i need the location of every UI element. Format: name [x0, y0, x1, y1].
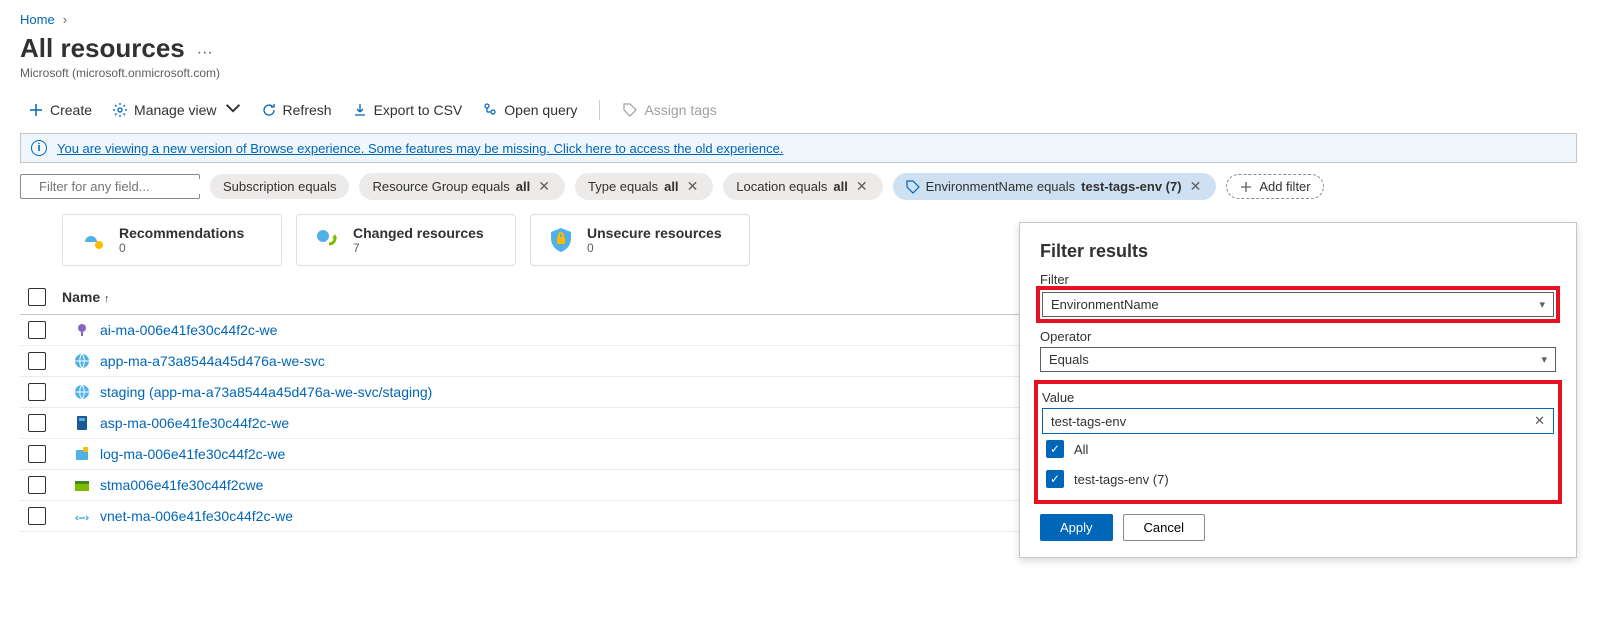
option-label: All	[1074, 442, 1088, 457]
checkbox-checked-icon[interactable]: ✓	[1046, 440, 1064, 458]
chevron-down-icon	[225, 100, 241, 119]
banner-link[interactable]: You are viewing a new version of Browse …	[57, 141, 783, 156]
card-count: 0	[587, 241, 722, 255]
clear-icon[interactable]: ✕	[1534, 413, 1545, 429]
resource-link[interactable]: stma006e41fe30c44f2cwe	[100, 477, 263, 493]
open-query-button[interactable]: Open query	[474, 98, 585, 122]
pill-subscription[interactable]: Subscription equals	[210, 174, 349, 199]
filter-text-input[interactable]	[20, 174, 200, 199]
breadcrumb: Home ›	[0, 0, 1597, 27]
tag-icon	[622, 102, 638, 118]
card-count: 7	[353, 241, 484, 255]
resource-link[interactable]: ai-ma-006e41fe30c44f2c-we	[100, 322, 277, 338]
assign-tags-button: Assign tags	[614, 98, 724, 122]
row-checkbox[interactable]	[28, 321, 46, 339]
close-icon[interactable]: ✕	[1188, 178, 1204, 195]
resource-type-icon	[74, 353, 90, 369]
filter-field-label: Filter	[1040, 272, 1556, 287]
callout-title: Filter results	[1040, 241, 1556, 262]
info-banner: i You are viewing a new version of Brows…	[20, 133, 1577, 163]
shield-lock-icon	[547, 226, 575, 254]
tag-icon	[906, 180, 920, 194]
toolbar-separator	[599, 100, 600, 120]
operator-field-label: Operator	[1040, 329, 1556, 344]
card-title: Unsecure resources	[587, 225, 722, 241]
option-label: test-tags-env (7)	[1074, 472, 1169, 487]
row-checkbox[interactable]	[28, 445, 46, 463]
select-all-checkbox[interactable]	[28, 288, 46, 306]
resource-link[interactable]: asp-ma-006e41fe30c44f2c-we	[100, 415, 289, 431]
query-icon	[482, 102, 498, 118]
resource-link[interactable]: app-ma-a73a8544a45d476a-we-svc	[100, 353, 325, 369]
bulb-cloud-icon	[79, 226, 107, 254]
breadcrumb-home[interactable]: Home	[20, 12, 55, 27]
toolbar: Create Manage view Refresh Export to CSV…	[0, 92, 1597, 133]
chevron-down-icon: ▾	[1541, 353, 1547, 366]
resource-link[interactable]: staging (app-ma-a73a8544a45d476a-we-svc/…	[100, 384, 432, 400]
row-checkbox[interactable]	[28, 383, 46, 401]
card-unsecure[interactable]: Unsecure resources0	[530, 214, 750, 266]
card-recommendations[interactable]: Recommendations0	[62, 214, 282, 266]
row-checkbox[interactable]	[28, 414, 46, 432]
tenant-label: Microsoft (microsoft.onmicrosoft.com)	[0, 64, 1597, 92]
resource-type-icon	[74, 322, 90, 338]
gear-icon	[112, 102, 128, 118]
card-title: Recommendations	[119, 225, 244, 241]
cancel-button[interactable]: Cancel	[1123, 514, 1205, 541]
card-changed[interactable]: Changed resources7	[296, 214, 516, 266]
resource-type-icon	[74, 508, 90, 524]
add-filter-button[interactable]: Add filter	[1226, 174, 1323, 199]
value-input[interactable]: test-tags-env✕	[1042, 408, 1554, 434]
operator-select[interactable]: Equals▾	[1040, 347, 1556, 372]
filter-select[interactable]: EnvironmentName▾	[1042, 292, 1554, 317]
row-checkbox[interactable]	[28, 507, 46, 525]
refresh-icon	[261, 102, 277, 118]
value-field-label: Value	[1042, 390, 1554, 405]
pill-location[interactable]: Location equals all✕	[723, 173, 882, 200]
resource-type-icon	[74, 477, 90, 493]
close-icon[interactable]: ✕	[854, 178, 870, 195]
plus-icon	[1239, 180, 1253, 194]
download-icon	[352, 102, 368, 118]
create-button[interactable]: Create	[20, 98, 100, 122]
filter-bar: Subscription equals Resource Group equal…	[0, 173, 1597, 214]
resource-type-icon	[74, 384, 90, 400]
row-checkbox[interactable]	[28, 476, 46, 494]
plus-icon	[28, 102, 44, 118]
sort-asc-icon: ↑	[104, 293, 110, 305]
close-icon[interactable]: ✕	[685, 178, 701, 195]
chevron-right-icon: ›	[63, 12, 67, 27]
pill-environment-name[interactable]: EnvironmentName equals test-tags-env (7)…	[893, 173, 1217, 200]
apply-button[interactable]: Apply	[1040, 514, 1113, 541]
card-title: Changed resources	[353, 225, 484, 241]
change-icon	[313, 226, 341, 254]
resource-link[interactable]: vnet-ma-006e41fe30c44f2c-we	[100, 508, 293, 524]
export-csv-button[interactable]: Export to CSV	[344, 98, 471, 122]
more-icon[interactable]: ···	[197, 44, 213, 62]
resource-link[interactable]: log-ma-006e41fe30c44f2c-we	[100, 446, 285, 462]
card-count: 0	[119, 241, 244, 255]
option-tag[interactable]: ✓ test-tags-env (7)	[1042, 464, 1554, 494]
filter-field-input[interactable]	[39, 179, 215, 194]
manage-view-button[interactable]: Manage view	[104, 96, 249, 123]
pill-resource-group[interactable]: Resource Group equals all✕	[359, 173, 565, 200]
page-title: All resources	[20, 33, 185, 64]
option-all[interactable]: ✓ All	[1042, 434, 1554, 464]
pill-type[interactable]: Type equals all✕	[575, 173, 713, 200]
refresh-button[interactable]: Refresh	[253, 98, 340, 122]
resource-type-icon	[74, 446, 90, 462]
filter-results-callout: Filter results Filter EnvironmentName▾ O…	[1019, 222, 1577, 558]
info-icon: i	[31, 140, 47, 156]
row-checkbox[interactable]	[28, 352, 46, 370]
resource-type-icon	[74, 415, 90, 431]
close-icon[interactable]: ✕	[536, 178, 552, 195]
checkbox-checked-icon[interactable]: ✓	[1046, 470, 1064, 488]
chevron-down-icon: ▾	[1539, 298, 1545, 311]
